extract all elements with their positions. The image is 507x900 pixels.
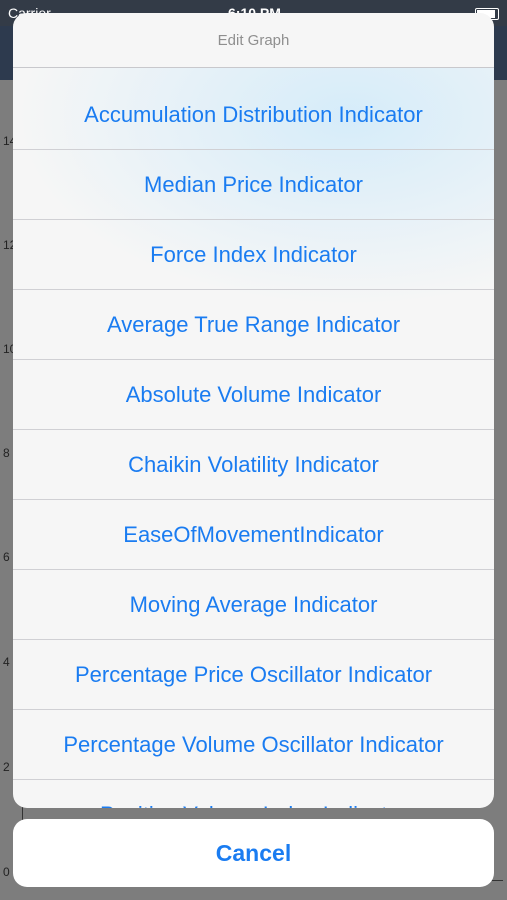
sheet-title: Edit Graph: [13, 13, 494, 68]
option-force-index[interactable]: Force Index Indicator: [13, 220, 494, 290]
indicator-list: Accumulation Distribution Indicator Medi…: [13, 80, 494, 808]
option-moving-average[interactable]: Moving Average Indicator: [13, 570, 494, 640]
option-ease-of-movement[interactable]: EaseOfMovementIndicator: [13, 500, 494, 570]
option-percentage-price-oscillator[interactable]: Percentage Price Oscillator Indicator: [13, 640, 494, 710]
option-percentage-volume-oscillator[interactable]: Percentage Volume Oscillator Indicator: [13, 710, 494, 780]
option-chaikin-volatility[interactable]: Chaikin Volatility Indicator: [13, 430, 494, 500]
option-average-true-range[interactable]: Average True Range Indicator: [13, 290, 494, 360]
y-tick: 8: [3, 446, 10, 460]
option-absolute-volume[interactable]: Absolute Volume Indicator: [13, 360, 494, 430]
option-accumulation-distribution[interactable]: Accumulation Distribution Indicator: [13, 80, 494, 150]
edit-graph-action-sheet: Edit Graph Accumulation Distribution Ind…: [13, 13, 494, 808]
y-tick: 2: [3, 760, 10, 774]
option-positive-volume-index[interactable]: Positive Volume Index Indicator: [13, 780, 494, 808]
y-tick: 0: [3, 865, 10, 879]
cancel-button[interactable]: Cancel: [13, 819, 494, 887]
option-median-price[interactable]: Median Price Indicator: [13, 150, 494, 220]
y-tick: 4: [3, 655, 10, 669]
y-tick: 6: [3, 550, 10, 564]
